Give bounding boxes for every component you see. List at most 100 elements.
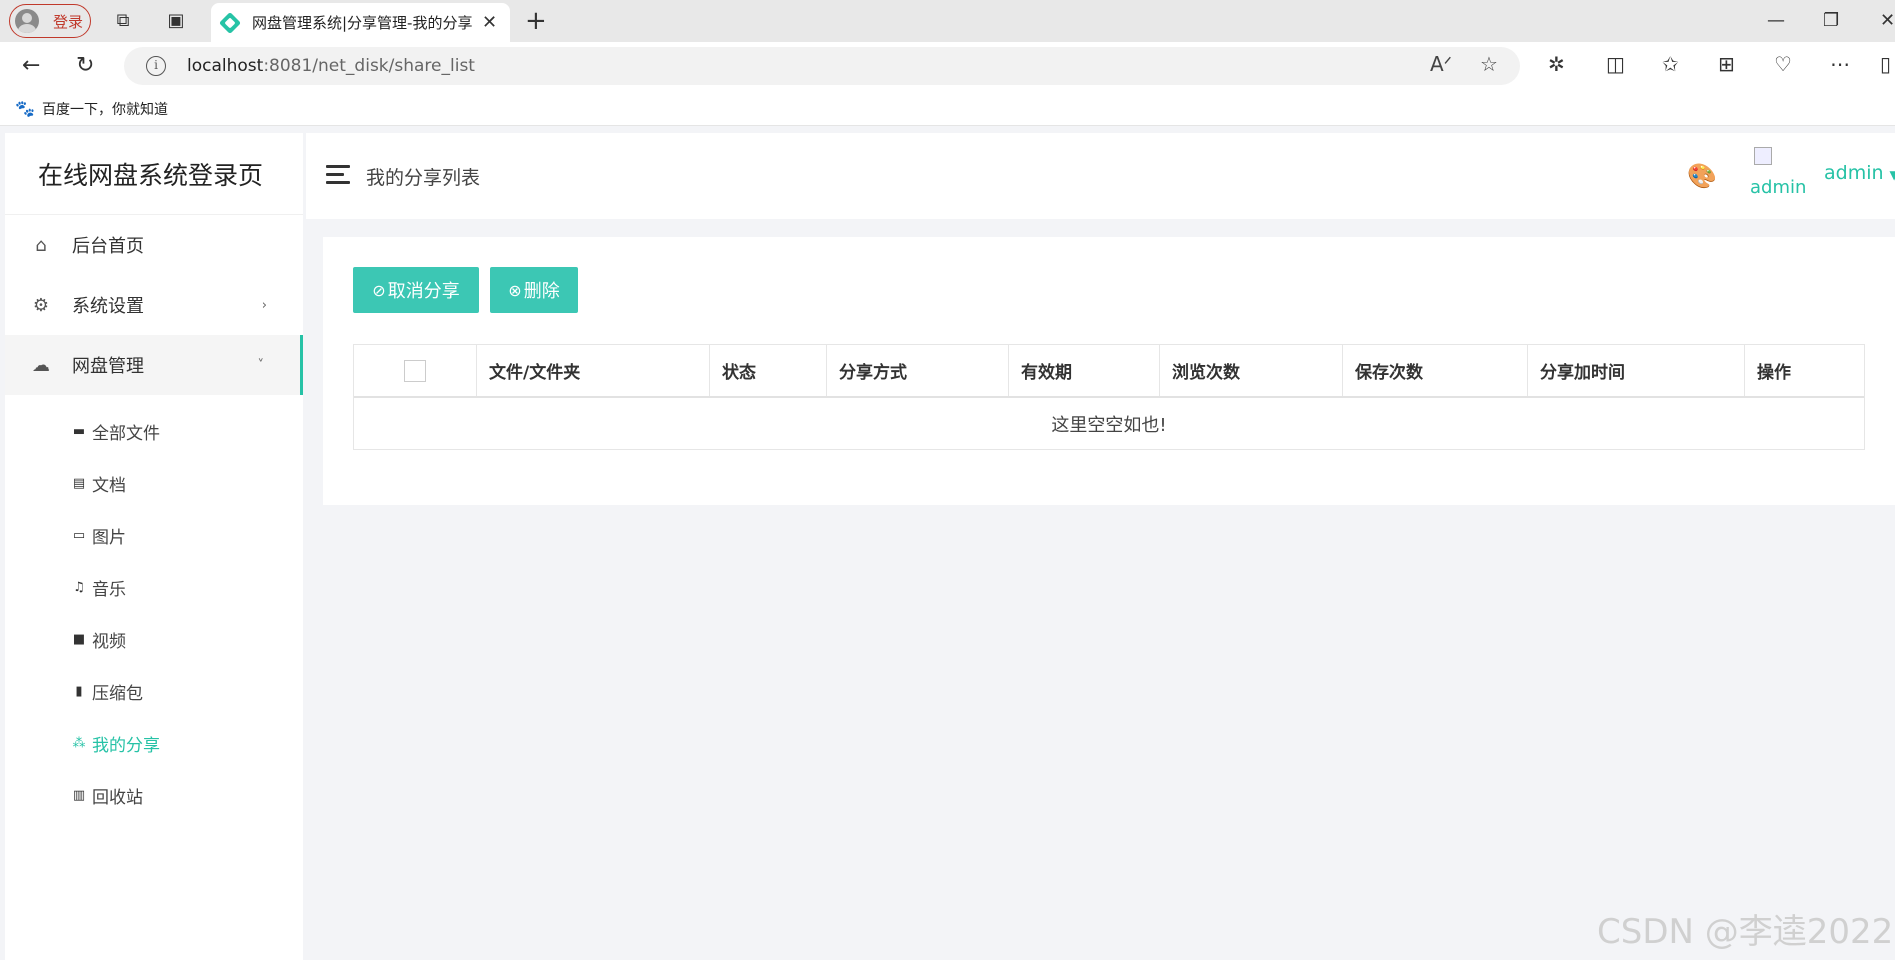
cancel-share-button[interactable]: ⊘ 取消分享	[353, 267, 479, 313]
cancel-share-label: 取消分享	[387, 281, 460, 302]
read-aloud-icon[interactable]: Aᐟ	[1430, 52, 1452, 76]
table-header: 文件/文件夹 状态 分享方式 有效期 浏览次数 保存次数 分享加时间 操作	[354, 345, 1864, 398]
sidebar-subitem-images[interactable]: ▭ 图片	[5, 509, 303, 561]
content-panel: ⊘ 取消分享 ⊗ 删除 文件/文件夹 状态 分享方式 有效期 浏览次数 保存次数…	[323, 237, 1895, 505]
chevron-right-icon: ›	[261, 297, 267, 313]
column-header[interactable]: 状态	[710, 345, 827, 396]
sidebar-subitem-archives[interactable]: ▮ 压缩包	[5, 665, 303, 717]
favorites-icon[interactable]: ✩	[1662, 52, 1679, 76]
minimize-icon[interactable]: —	[1767, 10, 1785, 31]
sidebar-subitem-my-shares[interactable]: ⁂ 我的分享	[5, 717, 303, 769]
profile-label: 登录	[53, 12, 84, 31]
brand-title: 在线网盘系统登录页	[5, 133, 303, 215]
palette-icon[interactable]: 🎨	[1687, 162, 1717, 190]
sidebar-subitem-label: 图片	[92, 527, 126, 548]
baidu-paw-icon: 🐾	[15, 99, 35, 118]
sidebar-item-disk-management[interactable]: ☁ 网盘管理 ˅	[5, 335, 303, 395]
split-screen-icon[interactable]: ◫	[1606, 52, 1625, 76]
vertical-tabs-icon[interactable]: ▣	[165, 10, 187, 32]
sidebar-item-label: 后台首页	[72, 236, 144, 257]
address-bar[interactable]: i localhost:8081/net_disk/share_list	[124, 47, 1520, 85]
browser-tab-strip: 登录 ⧉ ▣ 网盘管理系统|分享管理-我的分享 ✕ + — ❐ ✕	[0, 0, 1895, 42]
more-menu-icon[interactable]: ⋯	[1830, 52, 1850, 76]
favorite-star-icon[interactable]: ☆	[1480, 52, 1498, 76]
file-icon: ▤	[72, 475, 86, 491]
sidebar-subitem-label: 压缩包	[92, 683, 143, 704]
tab-title: 网盘管理系统|分享管理-我的分享	[252, 14, 473, 32]
avatar-alt-text: admin	[1750, 177, 1807, 198]
sidebar-toggle-icon[interactable]: ▯	[1880, 52, 1891, 76]
cloud-icon: ☁	[32, 354, 50, 376]
site-favicon-icon	[218, 11, 242, 34]
column-header[interactable]: 保存次数	[1343, 345, 1528, 396]
health-icon[interactable]: ♡	[1774, 52, 1792, 76]
share-icon: ⁂	[72, 735, 86, 751]
page-title: 我的分享列表	[366, 167, 481, 189]
music-icon: ♫	[73, 579, 85, 595]
hdd-icon: ▬	[72, 423, 86, 439]
ban-icon: ⊘	[372, 280, 386, 300]
select-all-cell	[354, 345, 477, 396]
delete-button[interactable]: ⊗ 删除	[490, 267, 578, 313]
collections-toolbar-icon[interactable]: ⊞	[1718, 52, 1735, 76]
sidebar-subitem-all-files[interactable]: ▬ 全部文件	[5, 405, 303, 457]
new-tab-button[interactable]: +	[525, 8, 547, 34]
bookmark-label: 百度一下，你就知道	[42, 102, 168, 118]
sidebar-subitem-label: 回收站	[92, 787, 143, 808]
sidebar-subitem-documents[interactable]: ▤ 文档	[5, 457, 303, 509]
collections-icon[interactable]: ⧉	[112, 10, 134, 32]
reload-icon[interactable]: ↻	[76, 54, 94, 78]
site-info-icon[interactable]: i	[146, 56, 166, 76]
sidebar-submenu: ▬ 全部文件 ▤ 文档 ▭ 图片 ♫ 音乐 ■ 视频 ▮ 压缩包 ⁂ 我的分享 …	[5, 395, 303, 821]
sidebar-subitem-label: 我的分享	[92, 735, 160, 756]
restore-icon[interactable]: ❐	[1823, 10, 1839, 31]
image-icon: ▭	[72, 527, 86, 543]
profile-button[interactable]: 登录	[9, 4, 91, 38]
url-text[interactable]: localhost:8081/net_disk/share_list	[187, 56, 475, 76]
recycle-icon: ▥	[72, 787, 86, 803]
url-path: :8081/net_disk/share_list	[263, 56, 475, 76]
home-icon: ⌂	[35, 234, 47, 256]
avatar[interactable]: admin	[1748, 147, 1808, 207]
select-all-checkbox[interactable]	[404, 359, 426, 382]
sidebar-subitem-music[interactable]: ♫ 音乐	[5, 561, 303, 613]
column-header[interactable]: 文件/文件夹	[477, 345, 710, 396]
empty-state-text: 这里空空如也!	[1051, 414, 1167, 436]
delete-label: 删除	[523, 281, 560, 302]
user-menu[interactable]: admin ▼	[1824, 162, 1895, 184]
back-icon[interactable]: ←	[22, 54, 40, 78]
broken-image-icon	[1754, 147, 1772, 165]
column-header[interactable]: 浏览次数	[1160, 345, 1343, 396]
sidebar-subitem-recycle-bin[interactable]: ▥ 回收站	[5, 769, 303, 821]
sidebar-subitem-label: 全部文件	[92, 423, 160, 444]
active-tab[interactable]: 网盘管理系统|分享管理-我的分享 ✕	[211, 3, 510, 42]
top-header: 我的分享列表 🎨 admin admin ▼	[306, 133, 1895, 219]
chevron-down-icon: ˅	[257, 357, 265, 373]
column-header[interactable]: 分享加时间	[1528, 345, 1745, 396]
username: admin	[1824, 162, 1884, 184]
sidebar-item-settings[interactable]: ⚙ 系统设置 ›	[5, 275, 303, 335]
column-header[interactable]: 分享方式	[827, 345, 1009, 396]
sidebar-subitem-label: 文档	[92, 475, 126, 496]
sidebar-item-home[interactable]: ⌂ 后台首页	[5, 215, 303, 275]
tab-close-icon[interactable]: ✕	[482, 12, 497, 33]
menu-toggle-icon[interactable]	[326, 165, 350, 185]
sidebar-subitem-videos[interactable]: ■ 视频	[5, 613, 303, 665]
profile-avatar-icon	[15, 9, 39, 33]
close-circle-icon: ⊗	[508, 280, 522, 300]
extensions-icon[interactable]: ✲	[1548, 52, 1565, 76]
url-host: localhost	[187, 56, 264, 76]
caret-down-icon: ▼	[1889, 168, 1895, 182]
sidebar-item-label: 网盘管理	[72, 356, 144, 377]
sidebar-subitem-label: 视频	[92, 631, 126, 652]
address-bar-row: ← ↻ i localhost:8081/net_disk/share_list…	[0, 42, 1895, 90]
gear-icon: ⚙	[32, 294, 50, 316]
bookmark-baidu[interactable]: 🐾 百度一下，你就知道	[15, 99, 168, 119]
watermark: CSDN @李逵2022	[1597, 912, 1894, 952]
column-header: 操作	[1757, 363, 1791, 383]
column-header[interactable]: 有效期	[1009, 345, 1160, 396]
video-icon: ■	[72, 631, 86, 647]
sidebar-item-label: 系统设置	[72, 296, 144, 317]
bookmarks-bar: 🐾 百度一下，你就知道	[0, 90, 1895, 126]
window-close-icon[interactable]: ✕	[1880, 10, 1895, 31]
